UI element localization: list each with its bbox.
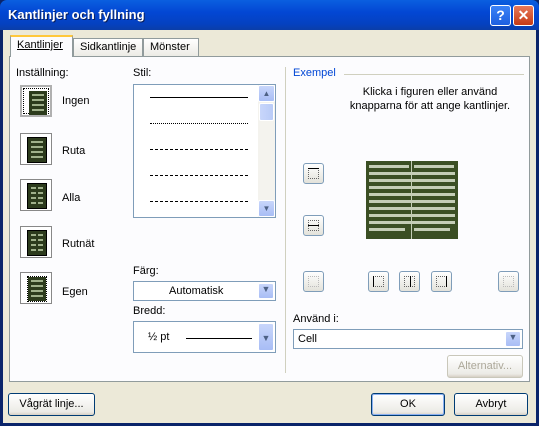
cancel-button[interactable]: Avbryt	[454, 393, 528, 416]
dialog-window: Kantlinjer och fyllning ? ✕ Kantlinjer S…	[0, 0, 539, 426]
setting-all-label[interactable]: Alla	[62, 192, 80, 204]
tab-kantlinjer[interactable]: Kantlinjer	[10, 35, 73, 57]
border-right-button[interactable]	[431, 271, 452, 292]
apply-value: Cell	[298, 333, 317, 345]
border-inside-horizontal-button[interactable]	[303, 215, 324, 236]
setting-custom-icon[interactable]	[20, 272, 52, 304]
chevron-down-icon[interactable]: ▼	[258, 323, 274, 351]
chevron-down-icon[interactable]: ▼	[505, 331, 521, 347]
tab-label: Kantlinjer	[17, 39, 63, 51]
setting-custom-label[interactable]: Egen	[62, 286, 88, 298]
apply-label: Använd i:	[293, 313, 339, 325]
width-value: ½ pt	[148, 331, 170, 343]
ok-button[interactable]: OK	[371, 393, 445, 416]
color-label: Färg:	[133, 265, 159, 277]
diagonal-down-button[interactable]	[303, 271, 324, 292]
chevron-down-icon[interactable]: ▼	[258, 283, 274, 299]
line-style-solid[interactable]	[150, 97, 248, 98]
line-style-long-dash[interactable]	[150, 175, 248, 176]
tab-label: Sidkantlinje	[80, 41, 137, 53]
setting-none-label[interactable]: Ingen	[62, 95, 90, 107]
preview-heading: Exempel	[293, 67, 336, 79]
setting-grid-icon[interactable]	[20, 226, 52, 258]
line-style-dashed[interactable]	[150, 149, 248, 150]
dialog-client: Kantlinjer Sidkantlinje Mönster Inställn…	[3, 30, 536, 423]
color-value: Automatisk	[169, 285, 224, 297]
tab-label: Mönster	[150, 41, 190, 53]
line-style-dotted[interactable]	[150, 123, 248, 124]
scroll-down-icon[interactable]: ▼	[258, 200, 275, 217]
tab-monster[interactable]: Mönster	[143, 38, 199, 56]
scroll-thumb[interactable]	[259, 103, 274, 121]
setting-box-label[interactable]: Ruta	[62, 145, 85, 157]
horizontal-line-button[interactable]: Vågrät linje...	[8, 393, 95, 416]
tab-panel: Inställning: Ingen Ruta Alla Rutnät Egen	[9, 56, 530, 382]
border-top-button[interactable]	[303, 163, 324, 184]
setting-grid-label[interactable]: Rutnät	[62, 238, 94, 250]
options-button[interactable]: Alternativ...	[447, 355, 523, 378]
width-label: Bredd:	[133, 305, 166, 317]
line-style-list[interactable]: ▲ ▼	[133, 84, 276, 218]
vertical-scrollbar[interactable]: ▲ ▼	[258, 85, 275, 217]
preview-group-line	[344, 74, 524, 75]
setting-none-icon[interactable]	[20, 85, 52, 117]
preview-table[interactable]	[366, 161, 458, 239]
setting-box-icon[interactable]	[20, 133, 52, 165]
border-left-button[interactable]	[368, 271, 389, 292]
column-divider	[285, 67, 286, 373]
line-style-dash-dot[interactable]	[150, 201, 248, 202]
scroll-up-icon[interactable]: ▲	[258, 85, 275, 102]
apply-to-select[interactable]: Cell ▼	[293, 329, 523, 349]
diagonal-up-button[interactable]	[498, 271, 519, 292]
color-select[interactable]: Automatisk ▼	[133, 281, 276, 301]
border-inside-vertical-button[interactable]	[399, 271, 420, 292]
tab-sidkantlinje[interactable]: Sidkantlinje	[73, 38, 143, 56]
width-select[interactable]: ½ pt ▼	[133, 321, 276, 353]
close-button[interactable]: ✕	[513, 5, 534, 26]
preview-instruction: Klicka i figuren eller använd knapparna …	[349, 86, 511, 112]
help-button[interactable]: ?	[490, 5, 511, 26]
style-heading: Stil:	[133, 67, 152, 79]
settings-heading: Inställning:	[16, 67, 69, 79]
setting-all-icon[interactable]	[20, 179, 52, 211]
window-title: Kantlinjer och fyllning	[8, 7, 145, 22]
title-bar[interactable]: Kantlinjer och fyllning ? ✕	[0, 0, 539, 30]
width-sample-line	[186, 338, 252, 339]
